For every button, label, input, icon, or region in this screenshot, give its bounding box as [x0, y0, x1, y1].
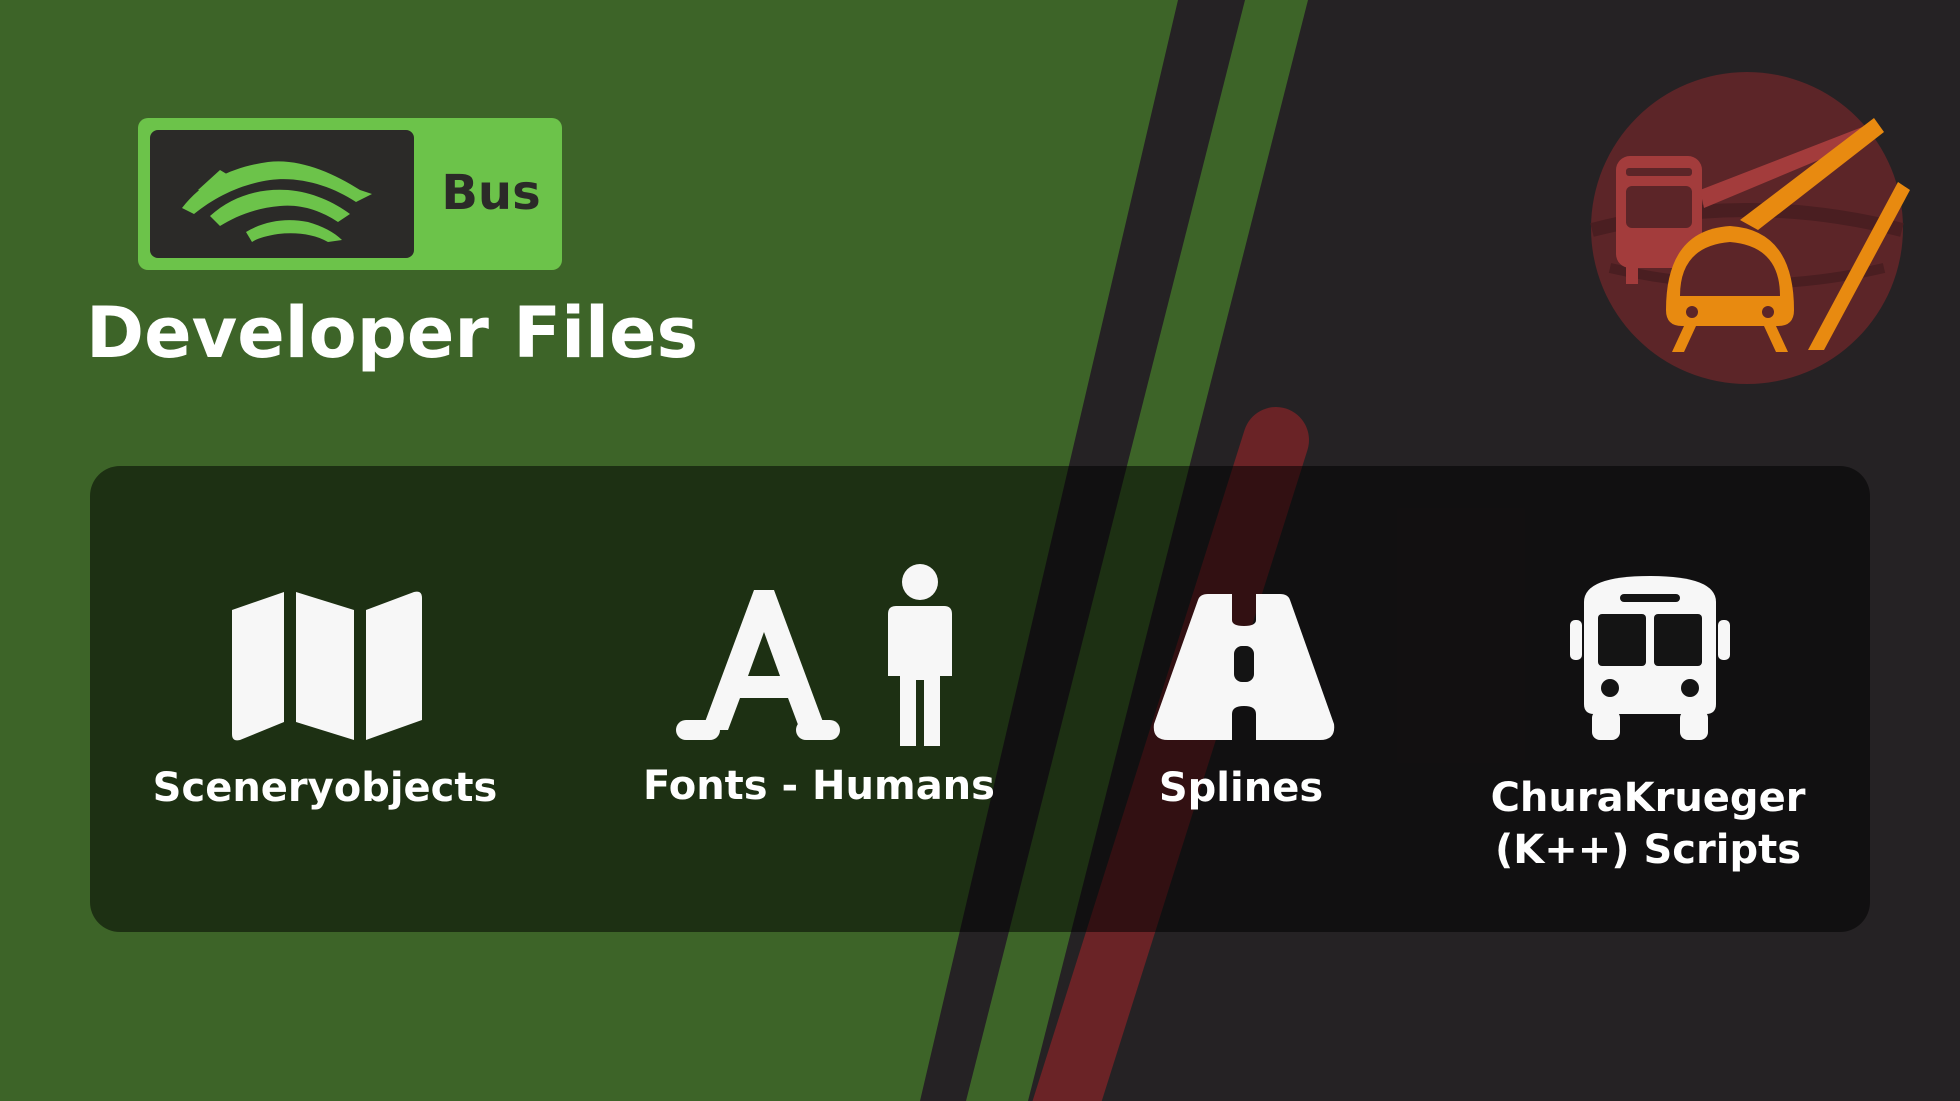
font-letter-and-person-icon	[676, 564, 952, 746]
item-fonts-humans[interactable]: Fonts - Humans	[626, 540, 1012, 900]
road-icon	[1153, 594, 1335, 740]
logo-mark	[150, 130, 414, 258]
item-label: ChuraKrueger (K++) Scripts	[1490, 775, 1806, 873]
leaf-waves-icon	[182, 161, 372, 242]
folded-map-icon	[232, 591, 422, 741]
item-splines[interactable]: Splines	[1100, 540, 1382, 900]
bus-icon	[1570, 576, 1730, 740]
item-label: Fonts - Humans	[643, 763, 995, 809]
item-label: Splines	[1158, 765, 1324, 811]
item-churakrueger-scripts[interactable]: ChuraKrueger (K++) Scripts	[1472, 540, 1824, 900]
bus-logo-badge: Bus	[138, 118, 562, 270]
page-title: Developer Files	[86, 292, 699, 374]
item-sceneryobjects[interactable]: Sceneryobjects	[140, 540, 510, 900]
logo-word: Bus	[441, 165, 541, 221]
bus-and-tram-icon	[1590, 72, 1910, 384]
item-label: Sceneryobjects	[152, 765, 498, 811]
